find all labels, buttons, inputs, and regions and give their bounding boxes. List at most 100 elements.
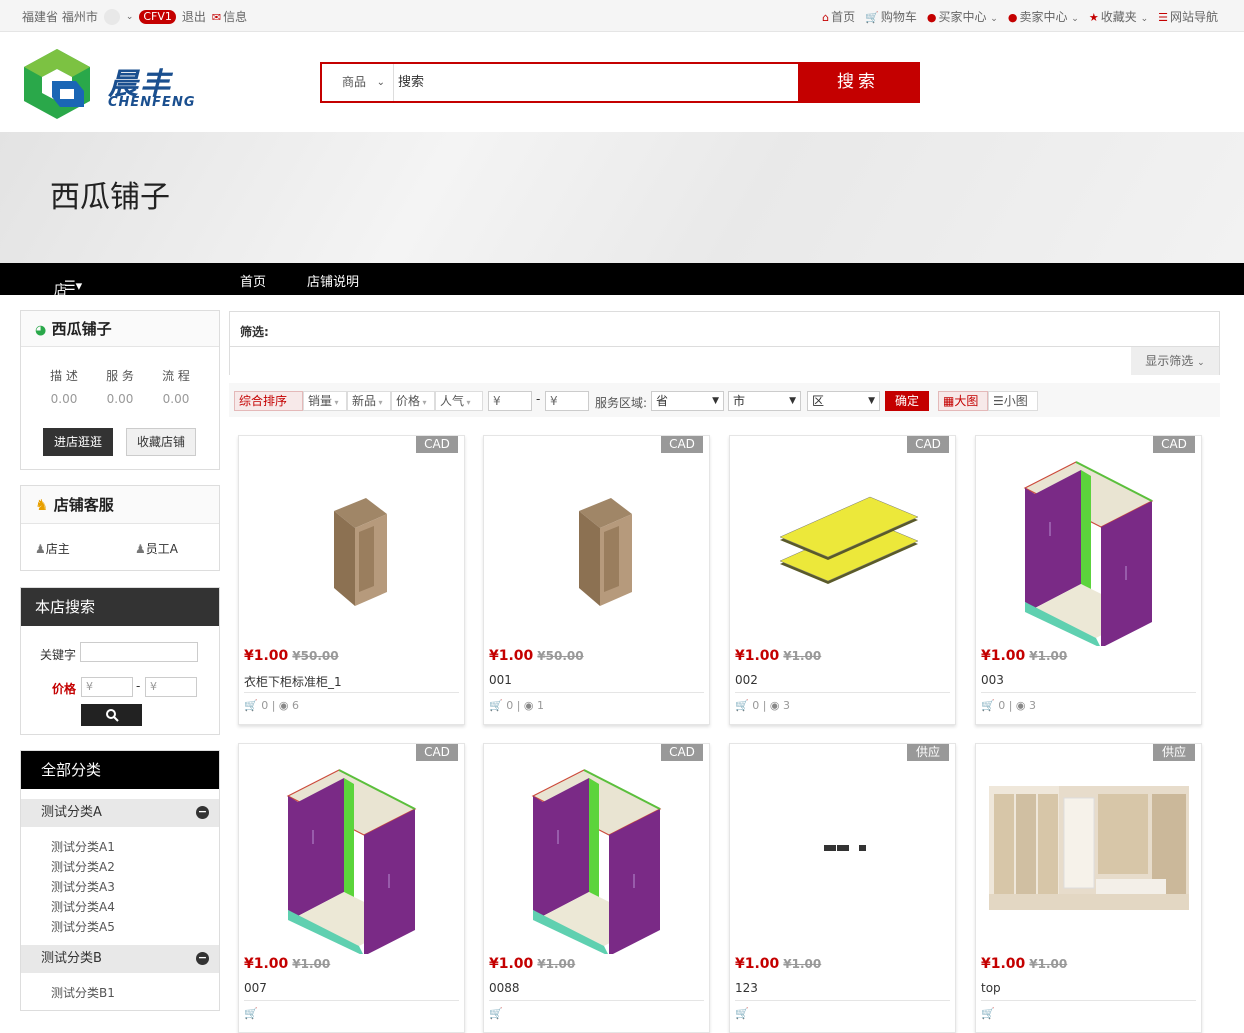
product-image[interactable] (494, 764, 699, 957)
nav-home[interactable]: 首页 (240, 271, 266, 290)
broken-image-icon[interactable] (740, 764, 945, 954)
product-name[interactable]: 007 (244, 981, 459, 1001)
shop-nav: 店铺全部分类 ☰▾ 首页 店铺说明 (0, 263, 1244, 393)
product-card[interactable]: 供应 ¥1.00 ¥1.00 top 🛒 (975, 743, 1202, 1033)
cart-icon[interactable]: 🛒 (981, 1007, 995, 1020)
product-image[interactable] (494, 456, 699, 646)
product-image-wrap[interactable] (249, 456, 454, 646)
product-image[interactable] (249, 764, 454, 957)
product-card[interactable]: CAD ¥1.00 ¥1.00 007 🛒 (238, 743, 465, 1033)
product-image[interactable] (986, 764, 1191, 954)
service-staff-a[interactable]: ♟员工A (135, 540, 178, 557)
eye-icon: ◉ (523, 699, 534, 712)
search-category-select[interactable]: 商品 ⌄ (322, 64, 394, 101)
sort-price[interactable]: 价格 ▾ (391, 391, 435, 411)
product-meta: 🛒 0 | ◉ 3 (735, 699, 791, 712)
cart-icon[interactable]: 🛒 (981, 699, 995, 712)
product-card[interactable]: CAD ¥1.00 ¥1.00 003 🛒 0 | ◉ 3 (975, 435, 1202, 725)
product-image-wrap[interactable] (494, 764, 699, 957)
product-name[interactable]: 0088 (489, 981, 704, 1001)
product-image-wrap[interactable] (494, 456, 699, 646)
store-search-button[interactable] (81, 704, 142, 726)
district-select[interactable]: 区 ▼ (807, 391, 880, 411)
product-name[interactable]: 001 (489, 673, 704, 693)
product-card[interactable]: CAD ¥1.00 ¥50.00 001 🛒 0 | ◉ 1 (483, 435, 710, 725)
product-name[interactable]: top (981, 981, 1196, 1001)
version-badge: CFV1 (139, 9, 176, 24)
enter-shop-button[interactable]: 进店逛逛 (43, 428, 113, 456)
top-link-seller[interactable]: ● 卖家中心 ⌄ (1008, 8, 1079, 25)
product-image-wrap[interactable] (249, 764, 454, 957)
top-link-favorites[interactable]: ★ 收藏夹 ⌄ (1089, 8, 1148, 25)
product-image[interactable] (249, 456, 454, 646)
confirm-filter-button[interactable]: 确定 (885, 391, 929, 411)
product-name[interactable]: 衣柜下柜标准柜_1 (244, 673, 459, 693)
service-staff-owner[interactable]: ♟店主 (35, 540, 70, 557)
city-select[interactable]: 市 ▼ (728, 391, 801, 411)
categories-title: 全部分类 (21, 751, 219, 789)
sort-comprehensive[interactable]: 综合排序 (234, 391, 303, 411)
stat-description: 描 述 0.00 (50, 369, 78, 406)
subcategory-item[interactable]: 测试分类A4 (21, 897, 219, 917)
search-input[interactable]: 搜索 (396, 64, 796, 101)
cart-icon[interactable]: 🛒 (244, 699, 258, 712)
subcategory-item[interactable]: 测试分类A2 (21, 857, 219, 877)
subcategory-item[interactable]: 测试分类A1 (21, 837, 219, 857)
subcategory-item[interactable]: 测试分类B1 (21, 983, 219, 1003)
price-range-dash: - (536, 392, 541, 406)
product-image-wrap[interactable] (740, 456, 945, 646)
top-link-home[interactable]: ⌂ 首页 (822, 8, 855, 25)
show-filter-button[interactable]: 显示筛选 ⌄ (1131, 347, 1219, 375)
cart-icon[interactable]: 🛒 (489, 699, 503, 712)
product-image-wrap[interactable] (986, 456, 1191, 649)
product-card[interactable]: 供应 ¥1.00 ¥1.00 123 🛒 (729, 743, 956, 1033)
cart-icon[interactable]: 🛒 (735, 1007, 749, 1020)
subcategory-item[interactable]: 测试分类A5 (21, 917, 219, 937)
cart-icon[interactable]: 🛒 (244, 1007, 258, 1020)
logout-link[interactable]: 退出 (182, 8, 206, 25)
search-button[interactable]: 搜索 (798, 64, 918, 101)
product-image[interactable] (740, 456, 945, 646)
view-small-button[interactable]: ☰小图 (988, 391, 1038, 411)
collapse-icon[interactable]: − (196, 806, 209, 819)
view-large-button[interactable]: ▦大图 (938, 391, 988, 411)
product-card[interactable]: CAD ¥1.00 ¥1.00 0088 🛒 (483, 743, 710, 1033)
category-group-b[interactable]: 测试分类B − (21, 945, 219, 973)
product-image[interactable] (986, 456, 1191, 649)
messages-link[interactable]: ✉ 信息 (212, 8, 247, 25)
product-name[interactable]: 123 (735, 981, 950, 1001)
favorite-shop-button[interactable]: 收藏店铺 (126, 428, 196, 456)
sort-new[interactable]: 新品 ▾ (347, 391, 391, 411)
subcategory-item[interactable]: 测试分类A3 (21, 877, 219, 897)
site-logo[interactable]: 晨丰 CHENFENG (22, 45, 222, 123)
nav-shop-info[interactable]: 店铺说明 (307, 271, 359, 290)
product-image-wrap[interactable] (740, 764, 945, 954)
store-search-title: 本店搜索 (21, 588, 219, 626)
top-link-buyer[interactable]: ● 买家中心 ⌄ (927, 8, 998, 25)
product-card[interactable]: CAD ¥1.00 ¥1.00 002 🛒 0 | ◉ 3 (729, 435, 956, 725)
product-card[interactable]: CAD ¥1.00 ¥50.00 衣柜下柜标准柜_1 🛒 0 | ◉ 6 (238, 435, 465, 725)
product-name[interactable]: 002 (735, 673, 950, 693)
product-old-price: ¥1.00 (783, 957, 822, 971)
province-select[interactable]: 省 ▼ (651, 391, 724, 411)
price-min-input[interactable]: ¥ (81, 677, 133, 697)
price-min-filter[interactable]: ¥ (488, 391, 532, 411)
product-meta: 🛒 0 | ◉ 6 (244, 699, 300, 712)
cart-icon[interactable]: 🛒 (735, 699, 749, 712)
collapse-icon[interactable]: − (196, 952, 209, 965)
product-name[interactable]: 003 (981, 673, 1196, 693)
sort-popularity[interactable]: 人气 ▾ (435, 391, 483, 411)
category-group-a[interactable]: 测试分类A − (21, 799, 219, 827)
product-price: ¥1.00 ¥1.00 (489, 956, 576, 972)
top-link-sitemap[interactable]: ☰ 网站导航 (1158, 8, 1218, 25)
location-text[interactable]: 福建省 福州市 (22, 8, 98, 25)
price-max-input[interactable]: ¥ (145, 677, 197, 697)
keyword-input[interactable] (80, 642, 198, 662)
product-image-wrap[interactable] (986, 764, 1191, 954)
chevron-down-icon[interactable]: ⌄ (126, 12, 134, 22)
cart-icon[interactable]: 🛒 (489, 1007, 503, 1020)
sort-sales[interactable]: 销量 ▾ (303, 391, 347, 411)
top-link-cart[interactable]: 🛒 购物车 (865, 8, 917, 25)
price-max-filter[interactable]: ¥ (545, 391, 589, 411)
cart-icon: 🛒 (865, 11, 879, 24)
